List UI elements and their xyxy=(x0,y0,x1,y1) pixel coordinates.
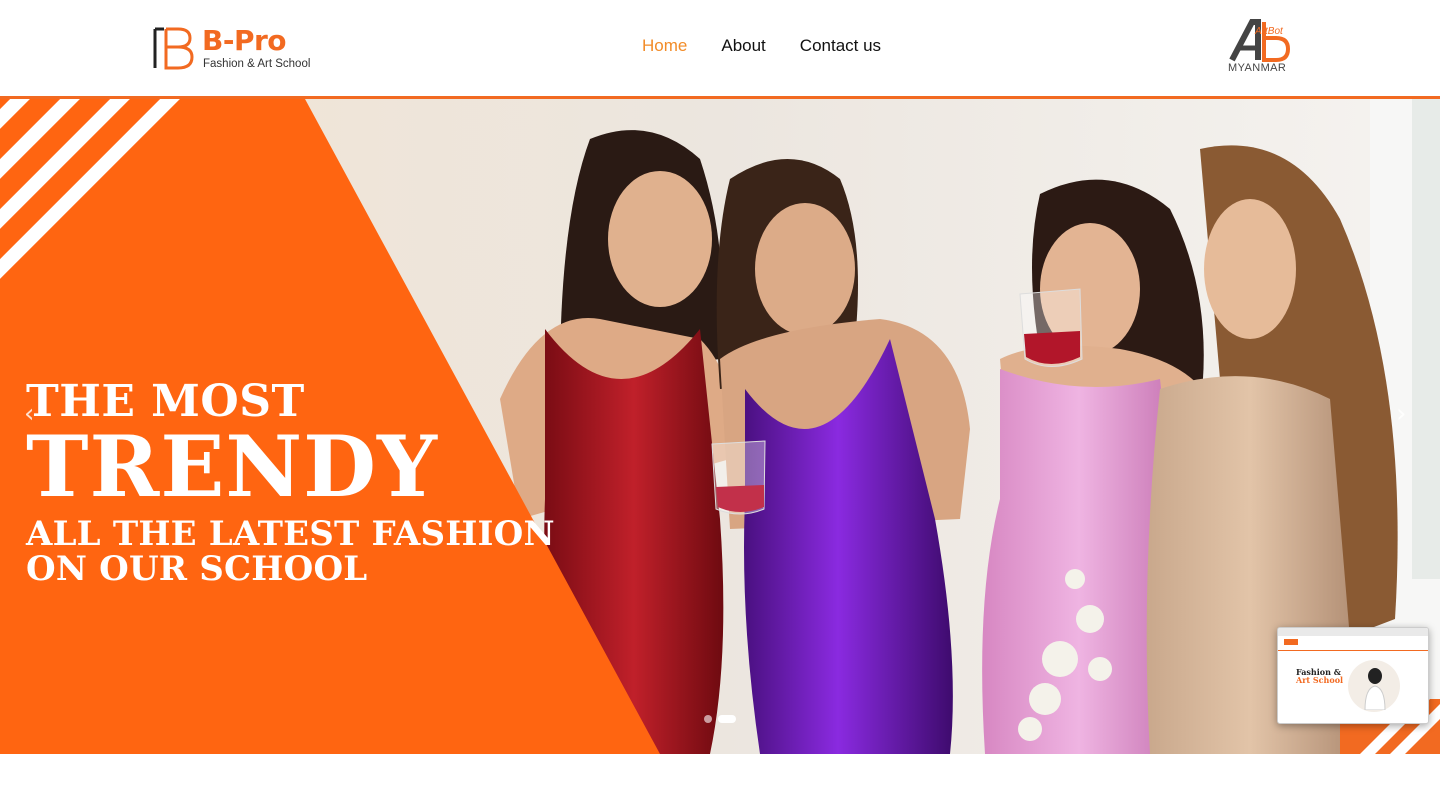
thumbnail-title-line-2: Art School xyxy=(1296,675,1344,685)
thumbnail-browser-bar xyxy=(1278,628,1428,636)
thumbnail-header xyxy=(1278,636,1428,651)
b-pro-logo-icon xyxy=(153,27,194,70)
brand-tagline: Fashion & Art School xyxy=(203,58,311,70)
thumbnail-title: Fashion & Art School xyxy=(1296,668,1343,684)
slider-dots xyxy=(704,715,736,723)
nav-home-link[interactable]: Home xyxy=(642,36,687,56)
site-header: B-Pro Fashion & Art School Home About Co… xyxy=(0,0,1440,99)
nav-about-link[interactable]: About xyxy=(721,36,765,56)
brand-name: B-Pro xyxy=(202,24,287,57)
partner-brand: ArtBot xyxy=(1255,26,1283,37)
brand-logo[interactable]: B-Pro Fashion & Art School xyxy=(152,24,312,74)
hero-line-3: ALL THE LATEST FASHION xyxy=(26,514,555,554)
preview-thumbnail[interactable]: Fashion & Art School xyxy=(1277,627,1429,724)
chevron-right-icon[interactable]: › xyxy=(1396,399,1416,429)
hero-slider: THE MOST TRENDY ALL THE LATEST FASHION O… xyxy=(0,99,1440,754)
partner-country: MYANMAR xyxy=(1228,62,1287,74)
hero-line-2: TRENDY xyxy=(26,417,438,516)
artbot-logo-icon xyxy=(1229,19,1291,62)
thumbnail-logo xyxy=(1284,639,1298,645)
thumbnail-person-image xyxy=(1364,668,1386,710)
hero-line-4: ON OUR SCHOOL xyxy=(26,549,368,589)
nav-contact-link[interactable]: Contact us xyxy=(800,36,881,56)
chevron-left-icon[interactable]: ‹ xyxy=(24,399,44,429)
slider-dot-1[interactable] xyxy=(704,715,712,723)
hero-headline: THE MOST TRENDY ALL THE LATEST FASHION O… xyxy=(26,379,555,587)
partner-logo[interactable]: ArtBot MYANMAR xyxy=(1226,18,1294,78)
slider-dot-2[interactable] xyxy=(718,715,736,723)
main-nav: Home About Contact us xyxy=(642,36,881,56)
